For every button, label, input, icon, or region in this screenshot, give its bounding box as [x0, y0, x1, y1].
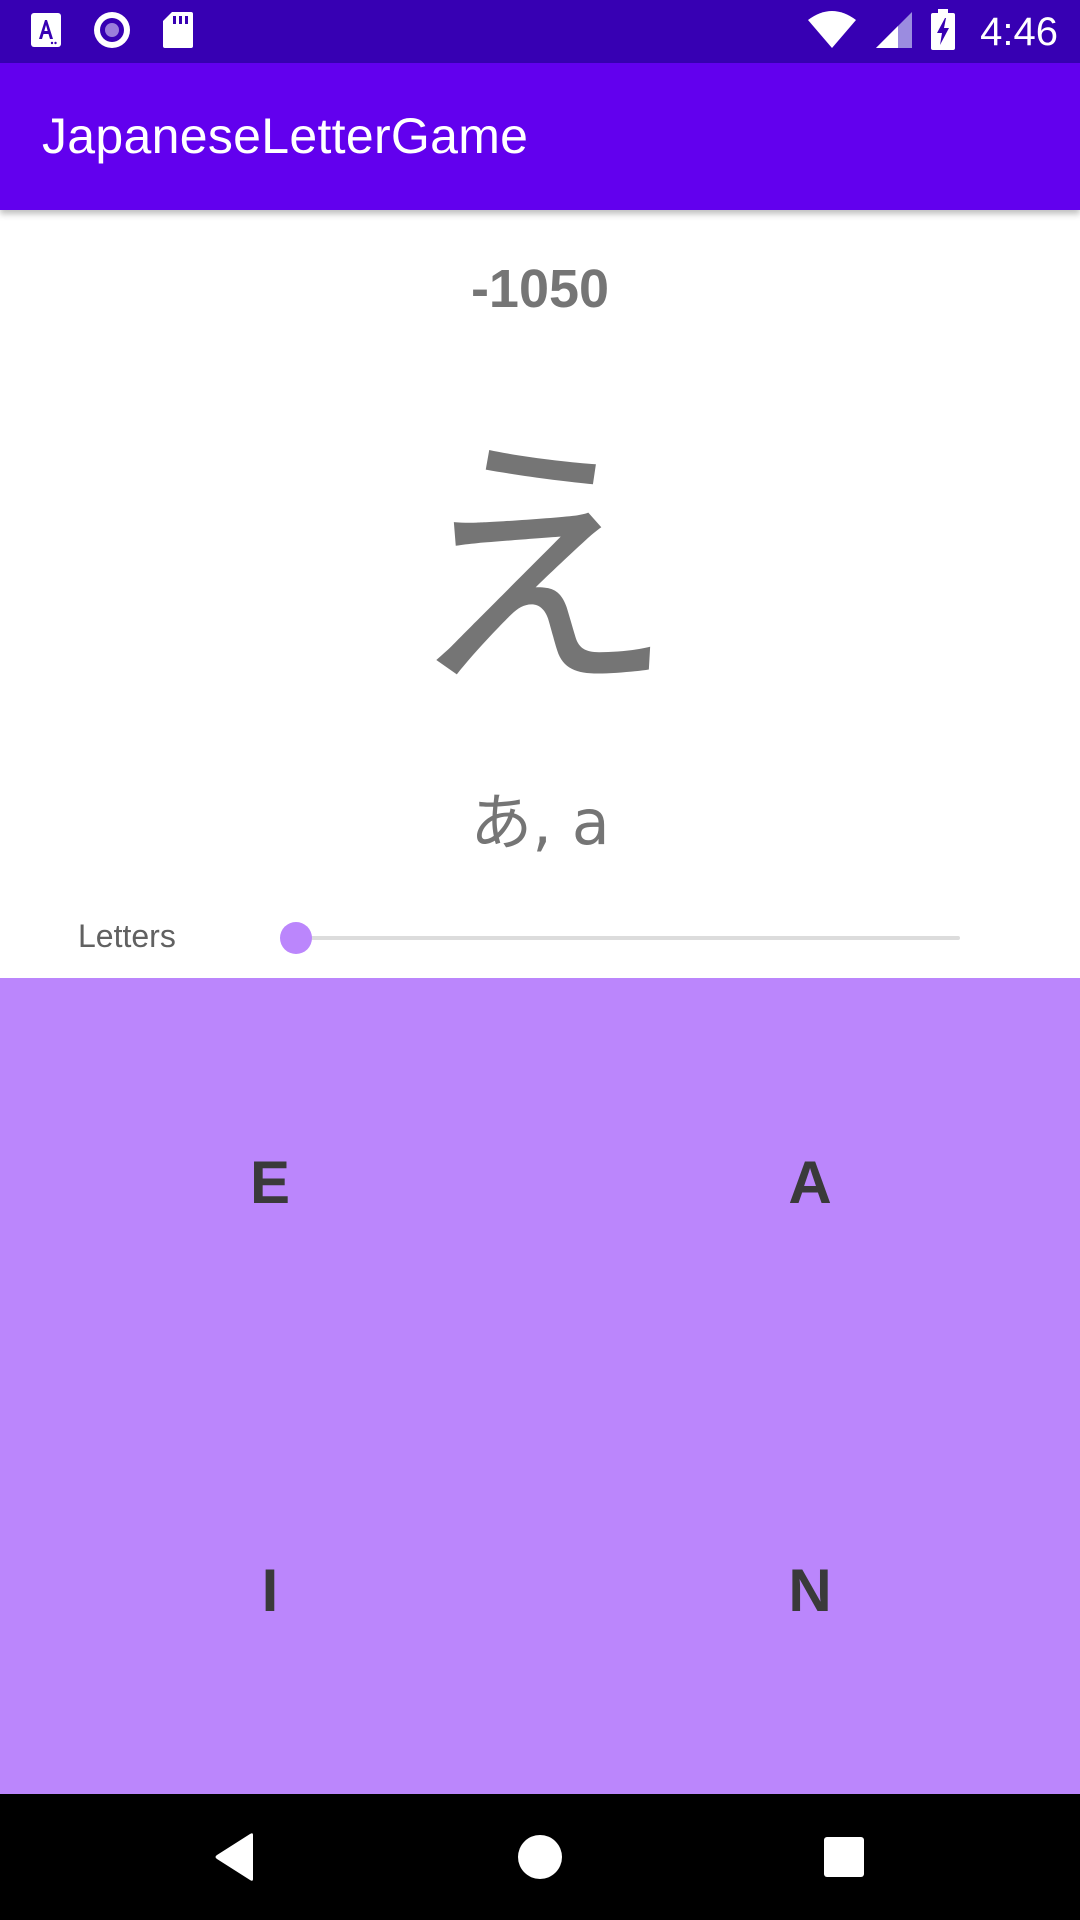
- hint-text: あ, a: [470, 786, 610, 859]
- status-bar: 4:46: [0, 0, 1080, 63]
- answer-button-n[interactable]: N: [540, 1386, 1080, 1794]
- answer-grid: E A I N: [0, 978, 1080, 1794]
- cell-signal-icon: [874, 10, 914, 54]
- slider-thumb[interactable]: [280, 922, 312, 954]
- font-a-icon: [30, 12, 62, 52]
- answer-button-a[interactable]: A: [540, 978, 1080, 1386]
- app-bar: JapaneseLetterGame: [0, 63, 1080, 210]
- app-title: JapaneseLetterGame: [42, 108, 529, 164]
- score-label: -1050: [470, 259, 610, 319]
- slider-track[interactable]: [296, 936, 960, 940]
- letters-slider-row: Letters: [0, 910, 1080, 966]
- answer-button-e[interactable]: E: [0, 978, 540, 1386]
- battery-charging-icon: [930, 9, 956, 55]
- notification-icons: [30, 12, 194, 52]
- record-circle-icon: [92, 10, 132, 54]
- back-icon[interactable]: [203, 1825, 267, 1889]
- recents-icon[interactable]: [812, 1825, 876, 1889]
- answer-button-i[interactable]: I: [0, 1386, 540, 1794]
- home-icon[interactable]: [508, 1825, 572, 1889]
- system-icons: 4:46: [806, 8, 1058, 56]
- wifi-icon: [806, 10, 858, 54]
- clock: 4:46: [980, 9, 1058, 54]
- slider-label: Letters: [78, 918, 176, 954]
- navigation-bar: [0, 1794, 1080, 1920]
- screen: 4:46 JapaneseLetterGame -1050 え あ, a Let…: [0, 0, 1080, 1920]
- sd-card-icon: [162, 11, 194, 53]
- kana-character: え: [405, 412, 675, 727]
